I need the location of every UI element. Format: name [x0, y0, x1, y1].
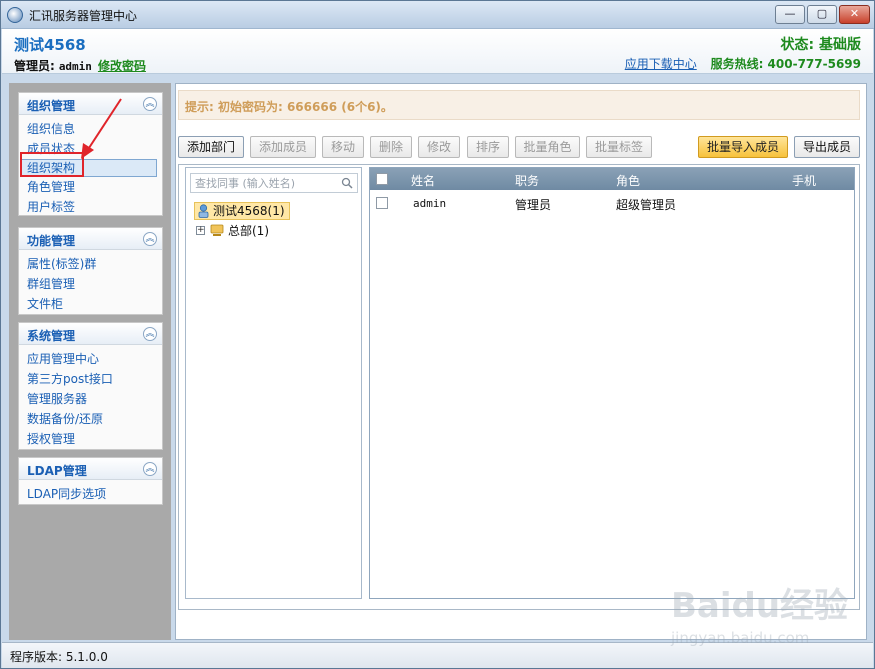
batch-role-button[interactable]: 批量角色 [515, 136, 580, 158]
hint-banner: 提示: 初始密码为: 666666 (6个6)。 [178, 90, 860, 120]
title-bar[interactable]: 汇讯服务器管理中心 — ▢ ✕ [1, 1, 874, 29]
sidebar-item-file-cabinet[interactable]: 文件柜 [19, 294, 162, 314]
export-members-button[interactable]: 导出成员 [794, 136, 860, 158]
edition-status: 状态: 基础版 [780, 37, 861, 53]
sidebar-item-ldap-sync[interactable]: LDAP同步选项 [19, 484, 162, 504]
panel-header[interactable]: 系统管理 ︽ [19, 323, 162, 345]
cell-role: 超级管理员 [616, 198, 677, 212]
sidebar-item-app-center[interactable]: 应用管理中心 [19, 349, 162, 369]
panel-system-management: 系统管理 ︽ 应用管理中心 第三方post接口 管理服务器 数据备份/还原 授权… [18, 322, 163, 450]
batch-tag-button[interactable]: 批量标签 [586, 136, 652, 158]
organization-icon [198, 204, 209, 218]
admin-name: admin [58, 60, 92, 73]
panel-header[interactable]: LDAP管理 ︽ [19, 458, 162, 480]
collapse-icon[interactable]: ︽ [143, 327, 157, 341]
collapse-icon[interactable]: ︽ [143, 97, 157, 111]
sidebar-item-attribute-groups[interactable]: 属性(标签)群 [19, 254, 162, 274]
minimize-button[interactable]: — [775, 5, 805, 24]
panel-ldap-management: LDAP管理 ︽ LDAP同步选项 [18, 457, 163, 505]
annotation-arrow-icon [81, 98, 122, 159]
sidebar-item-role-management[interactable]: 角色管理 [19, 177, 162, 197]
column-header-name[interactable]: 姓名 [411, 172, 435, 189]
department-icon [210, 224, 224, 236]
download-center-link[interactable]: 应用下载中心 [625, 57, 697, 71]
admin-line: 管理员: admin 修改密码 [14, 57, 146, 74]
window-title: 汇讯服务器管理中心 [29, 9, 138, 23]
app-window: 汇讯服务器管理中心 — ▢ ✕ 测试4568 管理员: admin 修改密码 状态:… [0, 0, 875, 669]
sidebar-item-license[interactable]: 授权管理 [19, 429, 162, 449]
tree-child-label: 总部(1) [228, 224, 269, 238]
edit-button[interactable]: 修改 [418, 136, 460, 158]
add-member-button[interactable]: 添加成员 [250, 136, 316, 158]
search-input[interactable] [195, 176, 333, 190]
sidebar-item-backup-restore[interactable]: 数据备份/还原 [19, 409, 162, 429]
search-icon[interactable] [341, 177, 353, 189]
sidebar-item-user-tags[interactable]: 用户标签 [19, 197, 162, 217]
collapse-icon[interactable]: ︽ [143, 462, 157, 476]
panel-function-management: 功能管理 ︽ 属性(标签)群 群组管理 文件柜 [18, 227, 163, 315]
collapse-icon[interactable]: ︽ [143, 232, 157, 246]
add-department-button[interactable]: 添加部门 [178, 136, 244, 158]
header: 测试4568 管理员: admin 修改密码 状态: 基础版 应用下载中心 服务热线… [2, 29, 873, 74]
cell-name: admin [413, 197, 447, 210]
select-all-checkbox[interactable] [376, 173, 388, 185]
panel-title: LDAP管理 [27, 464, 87, 478]
column-header-phone[interactable]: 手机 [792, 172, 816, 189]
tree-root-node[interactable]: 测试4568(1) [194, 202, 290, 220]
sidebar-item-group-management[interactable]: 群组管理 [19, 274, 162, 294]
org-name: 测试4568 [14, 36, 86, 54]
org-content-box: 测试4568(1) + 总部(1) 姓名 职务 角色 [178, 164, 860, 610]
sort-button[interactable]: 排序 [467, 136, 509, 158]
sidebar-item-server-management[interactable]: 管理服务器 [19, 389, 162, 409]
column-header-title[interactable]: 职务 [515, 172, 539, 189]
close-button[interactable]: ✕ [839, 5, 870, 24]
batch-import-button[interactable]: 批量导入成员 [698, 136, 788, 158]
tree-root-label: 测试4568(1) [213, 204, 285, 218]
search-box [190, 173, 358, 193]
panel-title: 组织管理 [27, 99, 76, 113]
member-table: 姓名 职务 角色 手机 admin 管理员 超级管理员 [369, 167, 855, 599]
admin-label: 管理员: [14, 59, 55, 73]
cell-title: 管理员 [515, 198, 552, 212]
row-checkbox[interactable] [376, 197, 388, 209]
tree-child-node[interactable]: + 总部(1) [194, 222, 269, 240]
sidebar-item-post-api[interactable]: 第三方post接口 [19, 369, 162, 389]
table-row[interactable]: admin 管理员 超级管理员 [370, 192, 854, 214]
column-header-role[interactable]: 角色 [616, 172, 640, 189]
expand-icon[interactable]: + [196, 226, 205, 235]
program-version: 程序版本: 5.1.0.0 [10, 650, 108, 664]
panel-header[interactable]: 功能管理 ︽ [19, 228, 162, 250]
delete-button[interactable]: 删除 [370, 136, 412, 158]
move-button[interactable]: 移动 [322, 136, 364, 158]
table-header: 姓名 职务 角色 手机 [370, 168, 854, 190]
org-tree-panel: 测试4568(1) + 总部(1) [185, 167, 362, 599]
app-logo-icon [7, 7, 23, 23]
main-content: 提示: 初始密码为: 666666 (6个6)。 添加部门 添加成员 移动 删除… [175, 83, 867, 640]
change-password-link[interactable]: 修改密码 [98, 59, 146, 73]
panel-title: 功能管理 [27, 234, 76, 248]
panel-title: 系统管理 [27, 329, 76, 343]
hint-text: 提示: 初始密码为: 666666 (6个6)。 [185, 100, 393, 114]
maximize-button[interactable]: ▢ [807, 5, 837, 24]
header-links: 应用下载中心 服务热线: 400-777-5699 [625, 55, 861, 72]
sidebar: 组织管理 ︽ 组织信息 成员状态 组织架构 角色管理 用户标签 功能管理 ︽ 属… [9, 83, 171, 640]
service-hotline: 服务热线: 400-777-5699 [710, 57, 861, 71]
status-bar: 程序版本: 5.1.0.0 [2, 642, 873, 668]
